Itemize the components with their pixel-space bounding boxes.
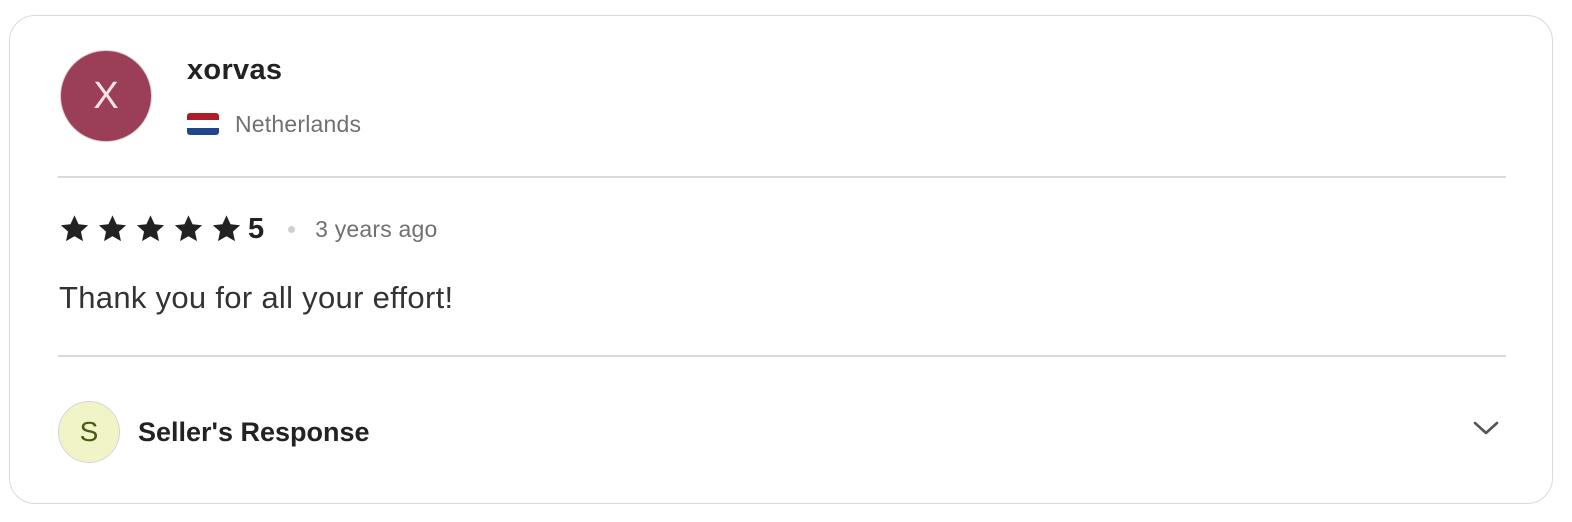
seller-avatar-initial: S bbox=[79, 416, 99, 447]
reviewer-avatar: X bbox=[60, 50, 152, 142]
divider bbox=[58, 176, 1506, 178]
star-rating bbox=[58, 213, 248, 245]
rating-value: 5 bbox=[248, 212, 265, 245]
reviewer-name: xorvas bbox=[187, 54, 283, 86]
star-icon bbox=[212, 215, 241, 242]
rating-row: 5 3 years ago bbox=[58, 212, 438, 246]
separator-dot bbox=[288, 225, 296, 233]
review-time: 3 years ago bbox=[315, 215, 438, 242]
reviewer-avatar-initial: X bbox=[93, 74, 119, 117]
country-name: Netherlands bbox=[235, 110, 362, 137]
reviewer-country: Netherlands bbox=[187, 110, 362, 137]
chevron-down-icon[interactable] bbox=[1472, 418, 1500, 438]
star-icon bbox=[98, 215, 127, 242]
seller-response-label: Seller's Response bbox=[138, 416, 370, 447]
seller-avatar: S bbox=[58, 401, 120, 463]
review-text: Thank you for all your effort! bbox=[59, 280, 454, 315]
star-icon bbox=[174, 215, 203, 242]
star-icon bbox=[60, 215, 89, 242]
star-icon bbox=[136, 215, 165, 242]
divider bbox=[58, 355, 1506, 357]
seller-response-toggle[interactable]: S Seller's Response bbox=[58, 400, 1506, 464]
review-card: X xorvas Netherlands 5 3 years ago Thank… bbox=[9, 15, 1553, 504]
netherlands-flag-icon bbox=[187, 113, 219, 135]
